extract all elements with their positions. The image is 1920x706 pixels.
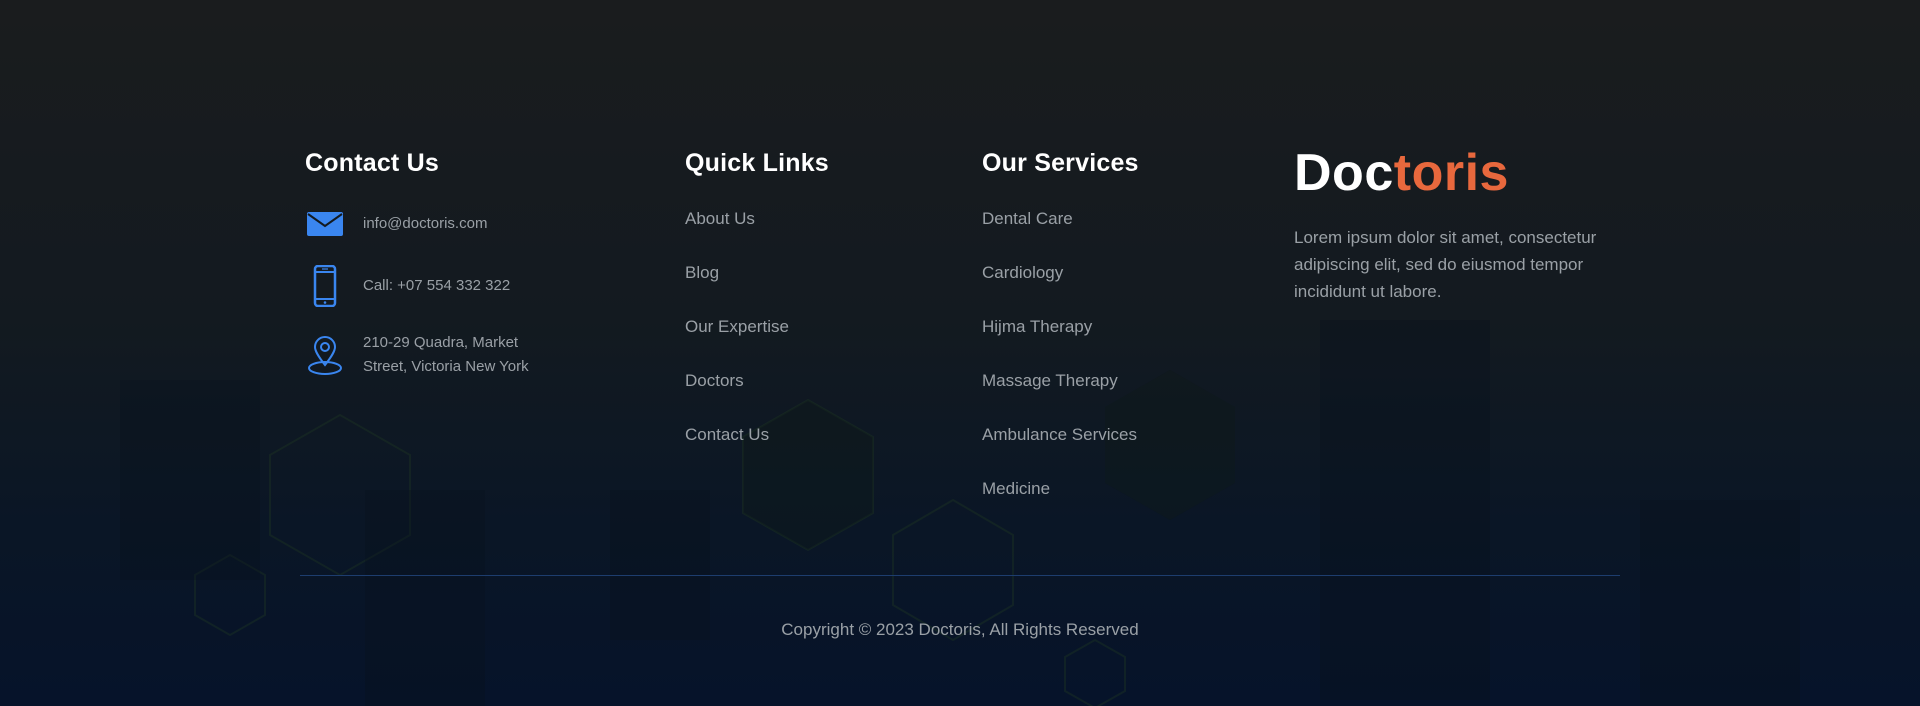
quick-link-doctors[interactable]: Doctors xyxy=(685,369,789,423)
footer-divider xyxy=(300,575,1620,576)
service-link-massage-therapy[interactable]: Massage Therapy xyxy=(982,369,1137,423)
phone-row: Call: +07 554 332 322 xyxy=(305,265,510,307)
address-line-1: 210-29 Quadra, Market xyxy=(363,334,519,351)
phone-icon xyxy=(305,265,345,307)
quick-link-blog[interactable]: Blog xyxy=(685,261,789,315)
address-line-2: Street, Victoria New York xyxy=(363,358,529,375)
brand-name-part-2: toris xyxy=(1393,144,1509,202)
location-pin-icon xyxy=(305,335,345,375)
quick-links-heading: Quick Links xyxy=(685,149,829,177)
contact-us-heading: Contact Us xyxy=(305,149,439,177)
quick-link-our-expertise[interactable]: Our Expertise xyxy=(685,315,789,369)
services-list: Dental Care Cardiology Hijma Therapy Mas… xyxy=(982,207,1137,531)
site-footer: Contact Us info@doctoris.com Call: +07 5… xyxy=(0,0,1920,706)
email-link[interactable]: info@doctoris.com xyxy=(363,212,487,236)
address-text: 210-29 Quadra, Market Street, Victoria N… xyxy=(363,331,529,379)
brand-logo[interactable]: Doctoris xyxy=(1294,142,1509,204)
quick-link-about-us[interactable]: About Us xyxy=(685,207,789,261)
mail-icon xyxy=(305,211,345,237)
phone-number[interactable]: Call: +07 554 332 322 xyxy=(363,274,510,298)
copyright-text: Copyright © 2023 Doctoris, All Rights Re… xyxy=(781,620,1139,639)
service-link-dental-care[interactable]: Dental Care xyxy=(982,207,1137,261)
service-link-ambulance-services[interactable]: Ambulance Services xyxy=(982,423,1137,477)
service-link-hijma-therapy[interactable]: Hijma Therapy xyxy=(982,315,1137,369)
brand-description: Lorem ipsum dolor sit amet, consectetur … xyxy=(1294,228,1597,301)
brand-name-part-1: Doc xyxy=(1294,144,1394,202)
address-row: 210-29 Quadra, Market Street, Victoria N… xyxy=(305,334,529,375)
service-link-medicine[interactable]: Medicine xyxy=(982,477,1137,531)
our-services-heading: Our Services xyxy=(982,149,1139,177)
quick-link-contact-us[interactable]: Contact Us xyxy=(685,423,789,477)
service-link-cardiology[interactable]: Cardiology xyxy=(982,261,1137,315)
email-row: info@doctoris.com xyxy=(305,210,487,238)
quick-links-list: About Us Blog Our Expertise Doctors Cont… xyxy=(685,207,789,477)
